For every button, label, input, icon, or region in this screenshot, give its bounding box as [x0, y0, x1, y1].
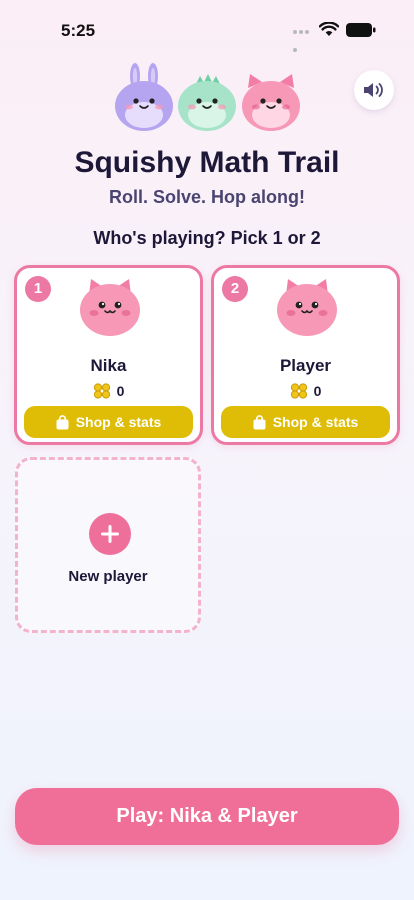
status-bar: 5:25: [0, 0, 414, 60]
shopping-bag-icon: [56, 414, 69, 429]
player-card-1[interactable]: 1 Nika 0 Shop & stats: [14, 265, 203, 445]
pink-cat-avatar-icon: [277, 279, 337, 336]
player-slot-badge: 2: [222, 276, 248, 302]
sound-toggle-button[interactable]: [354, 70, 394, 110]
coins-icon: [93, 383, 110, 399]
battery-icon: [346, 23, 376, 37]
shop-button-label: Shop & stats: [272, 414, 359, 430]
wifi-icon: [319, 22, 339, 36]
player-name: Player: [279, 356, 332, 375]
plus-icon: [89, 513, 131, 555]
player-card-2[interactable]: 2 Player 0 Shop & stats: [211, 265, 400, 445]
player-pick-prompt: Who's playing? Pick 1 or 2: [93, 228, 321, 248]
player-name: Nika: [90, 356, 127, 375]
cat-mascot-icon: [242, 74, 300, 131]
dragon-mascot-icon: [178, 74, 236, 131]
speaker-icon: [364, 83, 383, 97]
shop-and-stats-button[interactable]: Shop & stats: [221, 406, 390, 438]
coin-balance: 0: [214, 383, 397, 399]
new-player-label: New player: [68, 568, 148, 585]
play-button[interactable]: Play: Nika & Player: [15, 788, 399, 845]
status-time: 5:25: [61, 21, 96, 40]
shop-button-label: Shop & stats: [75, 414, 162, 430]
player-slot-badge: 1: [25, 276, 51, 302]
coins-icon: [290, 383, 307, 399]
pink-cat-avatar-icon: [80, 279, 140, 336]
coin-count: 0: [116, 383, 125, 399]
bunny-mascot-icon: [115, 63, 173, 131]
coin-balance: 0: [17, 383, 200, 399]
shopping-bag-icon: [253, 414, 266, 429]
app-title: Squishy Math Trail: [74, 146, 340, 179]
signal-dots-icon: [293, 30, 315, 52]
coin-count: 0: [313, 383, 322, 399]
app-subtitle: Roll. Solve. Hop along!: [108, 187, 305, 207]
shop-and-stats-button[interactable]: Shop & stats: [24, 406, 193, 438]
new-player-card[interactable]: New player: [15, 457, 201, 633]
